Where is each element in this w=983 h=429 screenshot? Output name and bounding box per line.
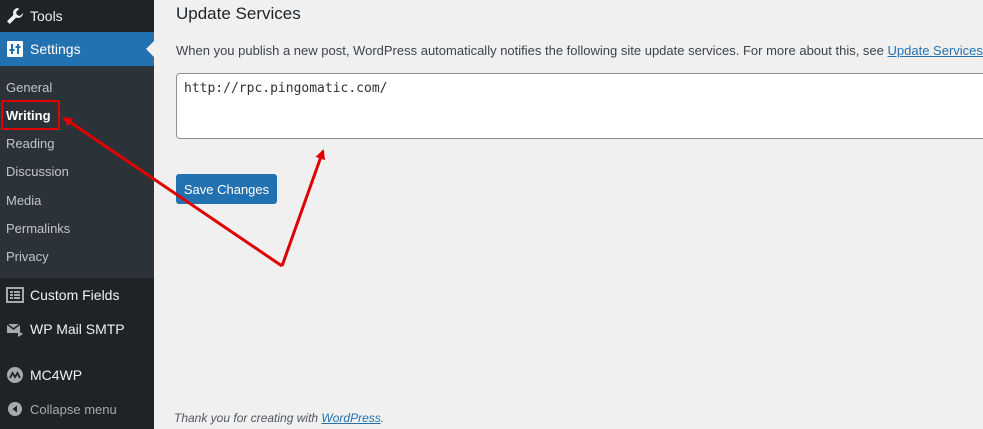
wrench-icon	[5, 6, 25, 26]
menu-item-mc4wp[interactable]: MC4WP	[0, 358, 154, 392]
update-services-link[interactable]: Update Services	[888, 43, 983, 58]
submenu-reading[interactable]: Reading	[6, 136, 54, 151]
admin-footer: Thank you for creating with WordPress.	[174, 411, 384, 425]
menu-item-settings[interactable]: Settings	[0, 32, 154, 66]
collapse-label: Collapse menu	[30, 401, 117, 417]
main-content: Update Services When you publish a new p…	[154, 0, 983, 429]
section-title: Update Services	[176, 4, 301, 23]
save-changes-button[interactable]: Save Changes	[176, 174, 277, 204]
writing-highlight-box	[1, 100, 60, 130]
footer-text: Thank you for creating with	[174, 411, 322, 425]
description-text: When you publish a new post, WordPress a…	[176, 43, 888, 58]
menu-item-tools[interactable]: Tools	[0, 0, 154, 33]
admin-sidebar: Tools Settings General Writing Reading D…	[0, 0, 154, 429]
update-services-textarea[interactable]: http://rpc.pingomatic.com/	[176, 73, 983, 139]
menu-label-mc4wp: MC4WP	[30, 367, 83, 383]
submenu-media[interactable]: Media	[6, 193, 41, 208]
collapse-menu-button[interactable]: Collapse menu	[0, 392, 154, 426]
menu-item-custom-fields[interactable]: Custom Fields	[0, 278, 154, 312]
footer-tail: .	[380, 411, 385, 425]
submenu-permalinks[interactable]: Permalinks	[6, 221, 70, 236]
submenu-privacy[interactable]: Privacy	[6, 249, 49, 264]
submenu-discussion[interactable]: Discussion	[6, 164, 69, 179]
menu-label-wp-mail-smtp: WP Mail SMTP	[30, 321, 125, 337]
menu-label-custom-fields: Custom Fields	[30, 287, 120, 303]
footer-wordpress-link[interactable]: WordPress	[321, 411, 380, 425]
collapse-icon	[5, 399, 25, 419]
update-services-description: When you publish a new post, WordPress a…	[176, 43, 983, 58]
submenu-general[interactable]: General	[6, 80, 52, 95]
menu-item-wp-mail-smtp[interactable]: WP Mail SMTP	[0, 312, 154, 346]
custom-fields-icon	[5, 285, 25, 305]
settings-icon	[5, 39, 25, 59]
menu-label-settings: Settings	[30, 41, 81, 57]
settings-submenu: General Writing Reading Discussion Media…	[0, 66, 154, 278]
menu-label-tools: Tools	[30, 8, 63, 24]
mail-icon	[5, 319, 25, 339]
mc4wp-icon	[5, 365, 25, 385]
